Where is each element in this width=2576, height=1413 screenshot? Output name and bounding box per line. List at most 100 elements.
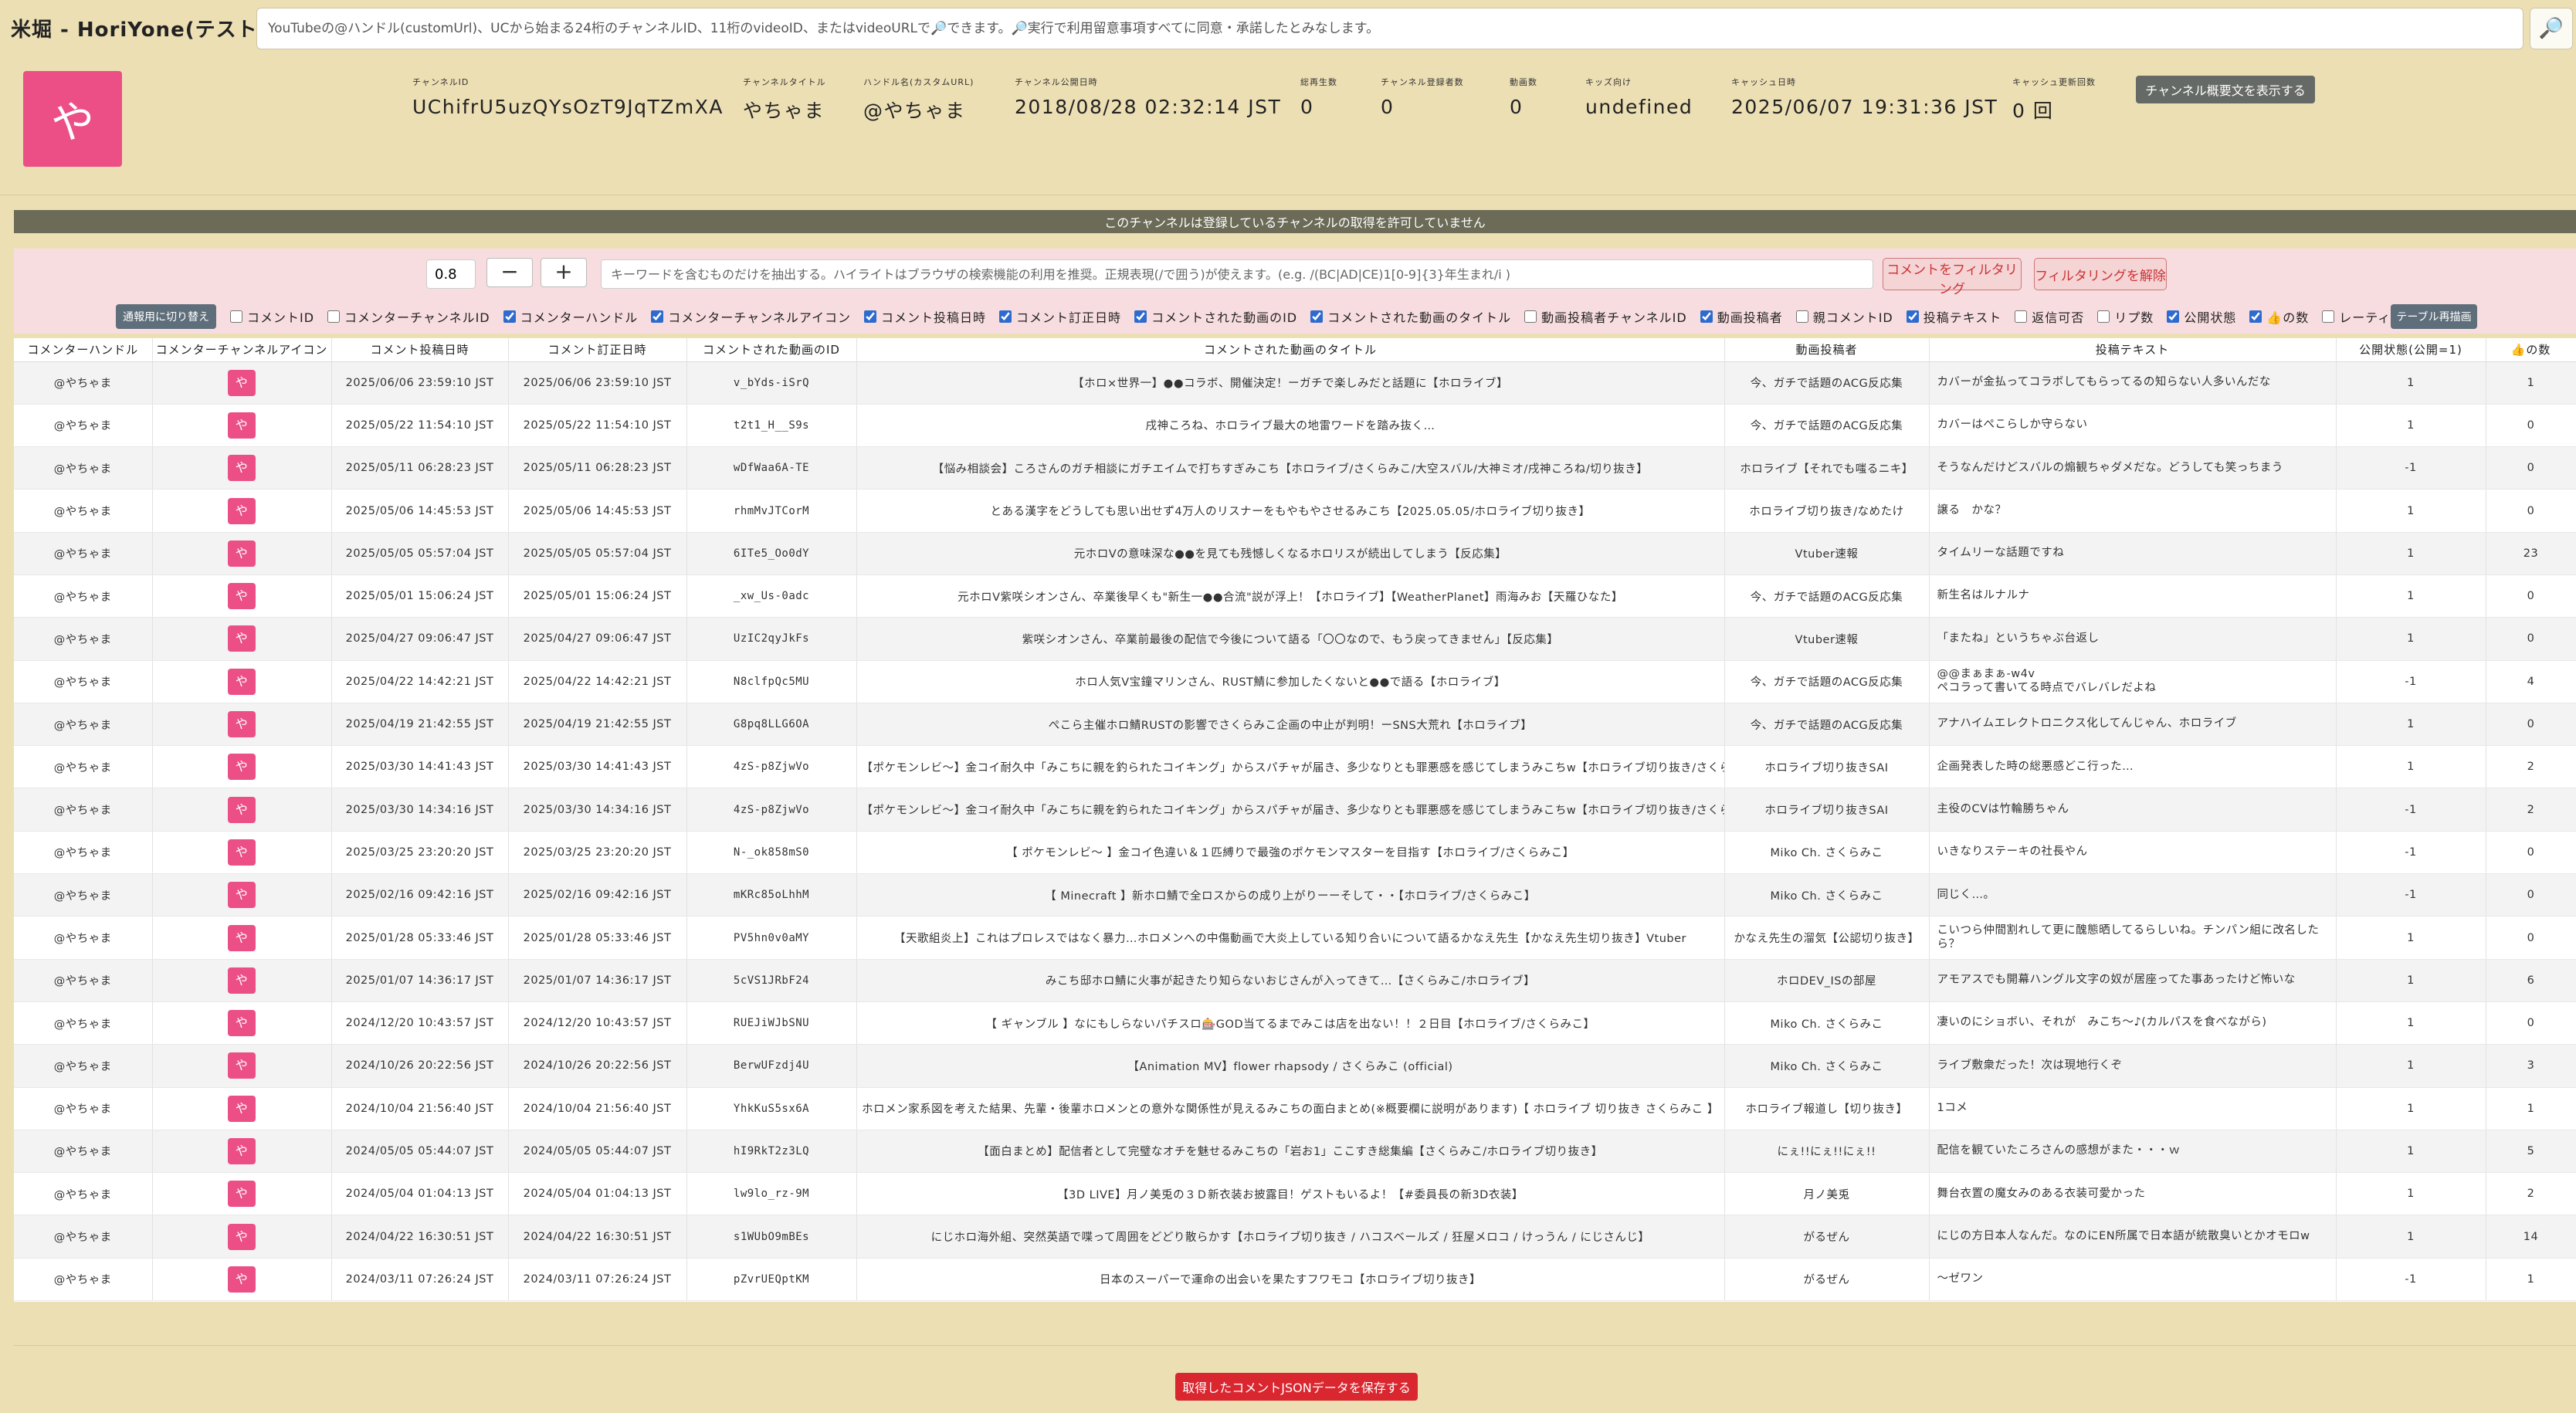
channel-field-value: やちゃま: [743, 100, 825, 122]
column-toggle-label: コメント訂正日時: [1016, 310, 1122, 325]
column-toggle-label: コメントされた動画のタイトル: [1327, 310, 1512, 325]
column-toggle[interactable]: 👍の数: [2249, 307, 2309, 326]
column-toggle[interactable]: コメンターチャンネルID: [327, 307, 490, 326]
column-header[interactable]: コメントされた動画のタイトル: [856, 338, 1725, 362]
apply-filter-button[interactable]: コメントをフィルタリング: [1883, 258, 2022, 297]
commenter-avatar[interactable]: や: [228, 412, 256, 439]
commenter-avatar[interactable]: や: [228, 1052, 256, 1079]
column-toggle-checkbox[interactable]: [230, 310, 242, 323]
commenter-avatar[interactable]: や: [228, 1266, 256, 1293]
column-toggle-checkbox[interactable]: [864, 310, 877, 323]
commenter-avatar[interactable]: や: [228, 455, 256, 482]
channel-field: 動画数 0: [1510, 76, 1537, 118]
column-header[interactable]: コメント訂正日時: [508, 338, 687, 362]
likes-cell: 5: [2486, 1130, 2576, 1174]
commenter-avatar[interactable]: や: [228, 1095, 256, 1122]
column-toggle-checkbox[interactable]: [1795, 310, 1808, 323]
column-toggle[interactable]: 公開状態: [2167, 307, 2236, 326]
column-toggle-checkbox[interactable]: [2322, 310, 2335, 323]
column-header[interactable]: 👍の数: [2486, 338, 2576, 362]
column-header[interactable]: コメンターハンドル: [14, 338, 153, 362]
column-header[interactable]: 動画投稿者: [1724, 338, 1930, 362]
commenter-avatar[interactable]: や: [228, 754, 256, 781]
column-toggle-checkbox[interactable]: [1906, 310, 1919, 323]
commenter-avatar[interactable]: や: [228, 796, 256, 823]
column-toggle-checkbox[interactable]: [1700, 310, 1713, 323]
decrement-button[interactable]: −: [486, 258, 533, 287]
column-toggle[interactable]: 返信可否: [2015, 307, 2084, 326]
column-toggle[interactable]: 動画投稿者チャンネルID: [1524, 307, 1687, 326]
column-toggle[interactable]: コメントされた動画のID: [1134, 307, 1297, 326]
commenter-avatar[interactable]: や: [228, 1181, 256, 1208]
commenter-avatar[interactable]: や: [228, 497, 256, 524]
search-input[interactable]: [256, 8, 2523, 49]
commenter-icon-cell: や: [152, 1215, 332, 1259]
commenter-avatar[interactable]: や: [228, 711, 256, 738]
commenter-avatar[interactable]: や: [228, 583, 256, 610]
column-toggle[interactable]: 動画投稿者: [1700, 307, 1783, 326]
commenter-avatar[interactable]: や: [228, 540, 256, 567]
edited-at-cell: 2025/05/01 15:06:24 JST: [508, 574, 687, 618]
commenter-avatar[interactable]: や: [228, 839, 256, 866]
commenter-avatar[interactable]: や: [228, 625, 256, 652]
save-json-button[interactable]: 取得したコメントJSONデータを保存する: [1175, 1373, 1418, 1401]
table-row: @やちゃま や 2024/05/04 01:04:13 JST 2024/05/04 …: [14, 1172, 2576, 1216]
show-channel-summary-button[interactable]: チャンネル概要文を表示する: [2136, 76, 2315, 103]
posted-at-cell: 2025/03/30 14:41:43 JST: [331, 745, 509, 789]
search-button[interactable]: 🔎: [2530, 8, 2573, 49]
column-toggle-checkbox[interactable]: [999, 310, 1012, 323]
video-author-cell: Miko Ch. さくらみこ: [1724, 831, 1930, 875]
likes-cell: 0: [2486, 703, 2576, 747]
keyword-filter-input[interactable]: [601, 259, 1873, 289]
column-toggle-checkbox[interactable]: [1310, 310, 1324, 323]
redraw-table-button[interactable]: テーブル再描画: [2391, 304, 2477, 329]
video-title-cell: 紫咲シオンさん、卒業前最後の配信で今後について語る「〇〇なので、もう戻ってきませ…: [856, 617, 1725, 661]
column-toggle-checkbox[interactable]: [2249, 310, 2262, 323]
column-header[interactable]: コメンターチャンネルアイコン: [152, 338, 332, 362]
column-toggle-checkbox[interactable]: [2167, 310, 2180, 323]
commenter-handle-cell: @やちゃま: [14, 1215, 153, 1259]
column-toggle-checkbox[interactable]: [503, 310, 516, 323]
column-header[interactable]: 公開状態(公開=1): [2336, 338, 2486, 362]
column-toggle[interactable]: リプ数: [2097, 307, 2154, 326]
column-toggle-checkbox[interactable]: [651, 310, 664, 323]
column-toggle-checkbox[interactable]: [1134, 310, 1147, 323]
channel-field-label: ハンドル名(カスタムURL): [863, 77, 974, 87]
edited-at-cell: 2025/04/27 09:06:47 JST: [508, 617, 687, 661]
threshold-input[interactable]: [426, 259, 476, 289]
column-toggle[interactable]: 投稿テキスト: [1906, 307, 2002, 326]
clear-filter-button[interactable]: フィルタリングを解除: [2034, 258, 2167, 290]
column-toggle[interactable]: コメント訂正日時: [999, 307, 1121, 326]
commenter-avatar[interactable]: や: [228, 924, 256, 951]
public-state-cell: -1: [2336, 873, 2486, 917]
channel-field-label: 動画数: [1510, 77, 1537, 87]
column-toggle[interactable]: コメントされた動画のタイトル: [1310, 307, 1511, 326]
commenter-avatar[interactable]: や: [228, 1010, 256, 1037]
commenter-avatar[interactable]: や: [228, 369, 256, 396]
column-toggle[interactable]: 親コメントID: [1795, 307, 1893, 326]
commenter-avatar[interactable]: や: [228, 967, 256, 994]
column-toggle[interactable]: コメント投稿日時: [864, 307, 986, 326]
video-title-cell: 元ホロV紫咲シオンさん、卒業後早くも"新生一●●合流"説が浮上！【ホロライブ】【…: [856, 574, 1725, 618]
column-header[interactable]: 投稿テキスト: [1929, 338, 2337, 362]
edited-at-cell: 2025/06/06 23:59:10 JST: [508, 361, 687, 405]
column-toggle-checkbox[interactable]: [2015, 310, 2028, 323]
commenter-avatar[interactable]: や: [228, 668, 256, 695]
column-toggle[interactable]: コメントID: [230, 307, 314, 326]
commenter-avatar[interactable]: や: [228, 1137, 256, 1164]
increment-button[interactable]: +: [541, 258, 587, 287]
commenter-avatar[interactable]: や: [228, 882, 256, 909]
commenter-icon-cell: や: [152, 1172, 332, 1216]
column-header[interactable]: コメントされた動画のID: [686, 338, 857, 362]
column-toggle[interactable]: コメンターチャンネルアイコン: [651, 307, 851, 326]
posted-at-cell: 2025/03/25 23:20:20 JST: [331, 831, 509, 875]
comment-text-cell: ライブ敷衆だった！次は現地行くぞ: [1929, 1044, 2337, 1088]
column-toggle-checkbox[interactable]: [2097, 310, 2110, 323]
column-toggle-checkbox[interactable]: [327, 310, 341, 323]
report-mode-toggle-button[interactable]: 通報用に切り替え: [116, 304, 216, 329]
column-header[interactable]: コメント投稿日時: [331, 338, 509, 362]
column-toggle-checkbox[interactable]: [1524, 310, 1537, 323]
channel-field-value: 0: [1381, 96, 1395, 118]
commenter-avatar[interactable]: や: [228, 1223, 256, 1250]
column-toggle[interactable]: コメンターハンドル: [503, 307, 639, 326]
